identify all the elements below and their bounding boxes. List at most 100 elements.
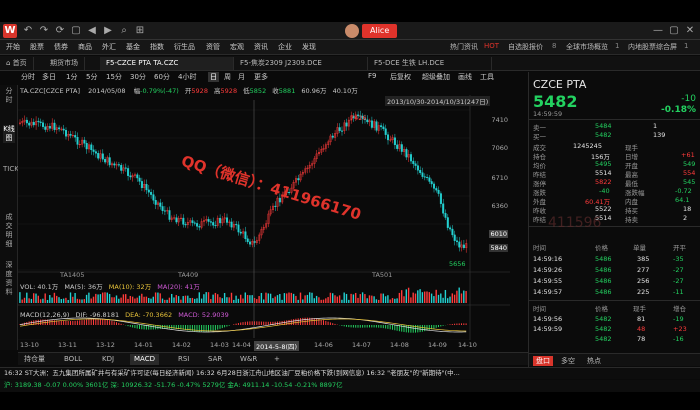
menu-discover[interactable]: 发现 bbox=[302, 42, 316, 52]
chart-info-line: TA.CZC[CZCE PTA] 2014/05/08 幅-0.79%(-47)… bbox=[20, 85, 520, 96]
menu-macro[interactable]: 宏观 bbox=[230, 42, 244, 52]
ind-wr[interactable]: W&R bbox=[236, 354, 261, 365]
tab-coke[interactable]: F5-焦炭2309 J2309.DCE bbox=[234, 57, 368, 70]
avatar[interactable] bbox=[345, 24, 359, 38]
left-view-nav: 分时 K线图 TICK 成交明细 深度资料 bbox=[0, 85, 19, 350]
screen-bottom-border bbox=[0, 392, 700, 410]
menu-mainland-screen[interactable]: 内地股票综合屏 bbox=[628, 42, 677, 52]
ind-open-interest[interactable]: 持仓量 bbox=[20, 354, 49, 365]
menu-watchlist[interactable]: 自选股报价 bbox=[508, 42, 543, 52]
contract-label: TA501 bbox=[372, 271, 393, 279]
tick-row: 14:59:59 5482 48 +23 bbox=[533, 325, 687, 333]
x-label: 14-09 bbox=[428, 341, 447, 349]
contract-label: TA409 bbox=[178, 271, 199, 279]
tab-home[interactable]: ⌂ 首页 bbox=[0, 57, 34, 70]
period-5m[interactable]: 5分 bbox=[86, 72, 97, 82]
undo-icon[interactable]: ↶ bbox=[22, 25, 34, 37]
period-60m[interactable]: 60分 bbox=[154, 72, 170, 82]
menu-derivatives[interactable]: 衍生品 bbox=[174, 42, 195, 52]
tab-futures-market[interactable]: 期货市场 bbox=[44, 57, 85, 70]
ind-macd[interactable]: MACD bbox=[130, 354, 159, 365]
tab-pig-iron[interactable]: F5-DCE 生铁 LH.DCE bbox=[368, 57, 492, 70]
period-bar: 分时 多日 1分 5分 15分 30分 60分 4小时 日 周 月 更多 F9 … bbox=[18, 72, 528, 84]
menu-stocks[interactable]: 股票 bbox=[30, 42, 44, 52]
hot-badge: HOT bbox=[484, 42, 500, 50]
minimize-icon[interactable]: — bbox=[652, 25, 664, 37]
quote-change: -10 bbox=[681, 94, 696, 104]
forward-icon[interactable]: ▶ bbox=[102, 25, 114, 37]
tab-home-label: 首页 bbox=[12, 59, 27, 67]
kline-chart[interactable] bbox=[18, 85, 510, 340]
y-label: 7060 bbox=[491, 144, 508, 152]
vnav-trade-detail[interactable]: 成交明细 bbox=[3, 213, 15, 249]
period-month[interactable]: 月 bbox=[238, 72, 245, 82]
menu-global-overview[interactable]: 全球市场概览 bbox=[566, 42, 608, 52]
menu-index[interactable]: 指数 bbox=[150, 42, 164, 52]
trade-row: 14:59:26 5486 277 -27 bbox=[533, 266, 684, 274]
x-label: 14-01 bbox=[134, 341, 153, 349]
vnav-timeshare[interactable]: 分时 bbox=[3, 87, 15, 105]
ind-rsi[interactable]: RSI bbox=[174, 354, 193, 365]
quote-pct: -0.18% bbox=[661, 105, 696, 115]
tab-hot[interactable]: 热点 bbox=[587, 356, 601, 366]
menu-hot-news[interactable]: 热门资讯 bbox=[450, 42, 478, 52]
period-more[interactable]: 更多 bbox=[254, 72, 268, 82]
info-volume: 40.10万 bbox=[332, 87, 358, 95]
period-timeshare[interactable]: 分时 bbox=[21, 72, 35, 82]
y-label: 7410 bbox=[491, 116, 508, 124]
period-15m[interactable]: 15分 bbox=[106, 72, 122, 82]
user-name-badge[interactable]: Alice bbox=[362, 24, 398, 38]
x-label: 14-08 bbox=[390, 341, 409, 349]
crosshair-date-label: 2014-5-8(四) bbox=[254, 341, 300, 351]
outer-row: 外盘 60.41万 内盘 64.1 bbox=[533, 196, 690, 206]
menu-news[interactable]: 资讯 bbox=[254, 42, 268, 52]
trade-row: 14:59:16 5486 385 -35 bbox=[533, 255, 684, 263]
ind-add[interactable]: + bbox=[270, 354, 284, 365]
vnav-tick[interactable]: TICK bbox=[3, 165, 19, 174]
vnav-depth[interactable]: 深度资料 bbox=[3, 261, 15, 297]
toolbar-tools[interactable]: 工具 bbox=[480, 72, 494, 82]
news-ticker[interactable]: 16:32 ST大洲：五九集团所属矿井与有采矿许可证(每日经济新闻) 16:32… bbox=[0, 367, 700, 379]
close-icon[interactable]: ✕ bbox=[684, 25, 696, 37]
search-icon[interactable]: ⌕ bbox=[118, 25, 130, 37]
menu-enterprise[interactable]: 企业 bbox=[278, 42, 292, 52]
toolbar-f9[interactable]: F9 bbox=[368, 72, 376, 80]
period-multiday[interactable]: 多日 bbox=[42, 72, 56, 82]
ask1-row: 卖一 5484 1 bbox=[533, 122, 658, 132]
window-icon[interactable]: ▢ bbox=[70, 25, 82, 37]
info-date: 2014/05/08 bbox=[88, 87, 126, 95]
menu-asset-mgmt[interactable]: 资管 bbox=[206, 42, 220, 52]
refresh-icon[interactable]: ⟳ bbox=[54, 25, 66, 37]
back-icon[interactable]: ◀ bbox=[86, 25, 98, 37]
contract-label: TA1405 bbox=[60, 271, 85, 279]
toolbar-draw-line[interactable]: 画线 bbox=[458, 72, 472, 82]
toolbar-back-adjust[interactable]: 后复权 bbox=[390, 72, 411, 82]
vnav-kline[interactable]: K线图 bbox=[3, 125, 15, 143]
tab-orderbook[interactable]: 盘口 bbox=[533, 356, 553, 366]
menu-start[interactable]: 开始 bbox=[6, 42, 20, 52]
macd-label: MACD(12,26,9) bbox=[20, 311, 70, 319]
period-4h[interactable]: 4小时 bbox=[178, 72, 196, 82]
period-day[interactable]: 日 bbox=[208, 72, 219, 82]
menu-funds[interactable]: 基金 bbox=[126, 42, 140, 52]
volume-row: 成交 1245245 现手 bbox=[533, 142, 638, 152]
ind-sar[interactable]: SAR bbox=[204, 354, 226, 365]
vol-ma5: MA(5): 36万 bbox=[64, 283, 103, 291]
trade-row: 14:59:55 5486 256 -27 bbox=[533, 277, 684, 285]
quote-price: 5482 bbox=[533, 92, 578, 111]
menu-forex[interactable]: 外汇 bbox=[102, 42, 116, 52]
time-axis: 13-10 13-11 13-12 14-01 14-02 14-03 14-0… bbox=[18, 341, 510, 351]
menu-bonds[interactable]: 债券 bbox=[54, 42, 68, 52]
tab-long-short[interactable]: 多空 bbox=[561, 356, 575, 366]
period-week[interactable]: 周 bbox=[224, 72, 231, 82]
ind-boll[interactable]: BOLL bbox=[60, 354, 86, 365]
period-1m[interactable]: 1分 bbox=[66, 72, 77, 82]
ind-kdj[interactable]: KDJ bbox=[98, 354, 118, 365]
menu-commodities[interactable]: 商品 bbox=[78, 42, 92, 52]
tab-pta[interactable]: F5-CZCE PTA TA.CZC bbox=[100, 57, 234, 70]
toolbar-super-overlay[interactable]: 超级叠加 bbox=[422, 72, 450, 82]
grid-icon[interactable]: ⊞ bbox=[134, 25, 146, 37]
maximize-icon[interactable]: ▢ bbox=[668, 25, 680, 37]
period-30m[interactable]: 30分 bbox=[130, 72, 146, 82]
redo-icon[interactable]: ↷ bbox=[38, 25, 50, 37]
